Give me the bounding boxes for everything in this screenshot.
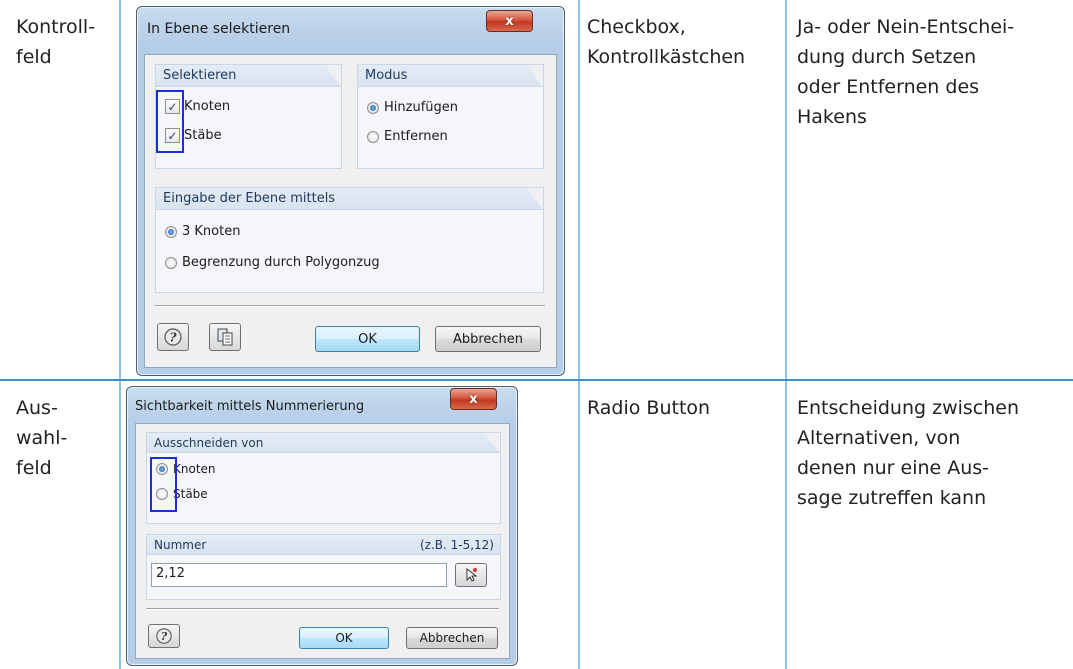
group-ausschneiden-label: Ausschneiden von: [154, 436, 264, 450]
column-divider-2: [578, 0, 580, 669]
group-eingabe-ebene-label: Eingabe der Ebene mittels: [163, 191, 336, 206]
column-divider-1: [119, 0, 121, 669]
pick-cursor-icon: [466, 567, 478, 582]
radio-polygonzug-label: Begrenzung durch Polygonzug: [182, 255, 380, 270]
dialog-sichtbarkeit-nummerierung: Sichtbarkeit mittels Nummerierung x Auss…: [126, 386, 518, 666]
svg-text:?: ?: [169, 331, 177, 345]
row-divider: [0, 379, 1073, 381]
help-icon: ?: [164, 328, 182, 346]
radio-entfernen-label: Entfernen: [384, 129, 448, 144]
pick-button[interactable]: [455, 563, 487, 587]
checkbox-highlight-box: [156, 90, 184, 153]
dialog2-title: Sichtbarkeit mittels Nummerierung: [135, 399, 365, 414]
svg-text:?: ?: [161, 630, 168, 643]
radio-hinzufuegen[interactable]: Hinzufügen: [367, 100, 458, 115]
radio2-knoten-label: Knoten: [173, 462, 216, 476]
copy-icon: [217, 328, 233, 346]
group-ausschneiden: Ausschneiden von Knoten Stäbe: [146, 432, 501, 524]
group-nummer-header: Nummer (z.B. 1-5,12): [147, 535, 500, 555]
dialog1-title: In Ebene selektieren: [147, 21, 291, 37]
dialog2-help-button[interactable]: ?: [148, 624, 180, 648]
help-icon: ?: [156, 628, 172, 644]
row1-element: Kontroll- feld: [16, 16, 96, 68]
row1-description: Ja- oder Nein-Entschei- dung durch Setze…: [797, 16, 1015, 128]
dialog1-close-button[interactable]: x: [486, 10, 533, 32]
checkbox-staebe-label: Stäbe: [184, 128, 222, 143]
close-icon: x: [469, 391, 478, 407]
dialog1-help-button[interactable]: ?: [157, 323, 189, 351]
row2-description: Entscheidung zwischen Alternativen, von …: [797, 397, 1020, 509]
dialog1-ok-button[interactable]: OK: [315, 326, 420, 352]
dialog2-cancel-button[interactable]: Abbrechen: [406, 627, 498, 649]
row2-term: Radio Button: [587, 397, 711, 419]
group-modus-label: Modus: [365, 68, 408, 83]
group-nummer-hint: (z.B. 1-5,12): [419, 538, 494, 552]
radio-3-knoten[interactable]: 3 Knoten: [165, 224, 240, 239]
dialog2-close-button[interactable]: x: [450, 388, 497, 410]
close-icon: x: [505, 13, 514, 29]
dialog-in-ebene-selektieren: In Ebene selektieren x Selektieren ✓ Kno…: [136, 6, 565, 376]
radio-entfernen[interactable]: Entfernen: [367, 129, 448, 144]
dialog1-cancel-button[interactable]: Abbrechen: [435, 326, 541, 352]
group-nummer: Nummer (z.B. 1-5,12) 2,12: [146, 534, 501, 600]
checkbox-knoten-label: Knoten: [184, 99, 231, 114]
row2-element: Aus- wahl- feld: [16, 397, 68, 479]
radio2-staebe-label: Stäbe: [173, 487, 208, 501]
dialog2-client-area: Ausschneiden von Knoten Stäbe Nummer (z.…: [135, 423, 510, 659]
group-ausschneiden-header: Ausschneiden von: [147, 433, 500, 453]
radio-3-knoten-label: 3 Knoten: [182, 224, 241, 239]
nummer-input[interactable]: 2,12: [151, 563, 447, 587]
dialog1-separator: [155, 305, 545, 307]
column-divider-3: [785, 0, 787, 669]
group-selektieren-header: Selektieren: [156, 65, 341, 87]
group-modus: Modus Hinzufügen Entfernen: [357, 64, 544, 169]
row1-term: Checkbox, Kontrollkästchen: [587, 16, 746, 68]
group-selektieren-label: Selektieren: [163, 68, 237, 83]
dialog1-client-area: Selektieren ✓ Knoten ✓ Stäbe Modus Hinzu…: [144, 54, 557, 368]
group-eingabe-ebene: Eingabe der Ebene mittels 3 Knoten Begre…: [155, 187, 544, 293]
group-nummer-label: Nummer: [154, 538, 207, 552]
dialog2-separator: [146, 608, 499, 610]
group-modus-header: Modus: [358, 65, 543, 87]
radio-highlight-box: [150, 457, 177, 512]
dialog2-ok-button[interactable]: OK: [299, 627, 389, 649]
radio-polygonzug[interactable]: Begrenzung durch Polygonzug: [165, 255, 380, 270]
group-eingabe-ebene-header: Eingabe der Ebene mittels: [156, 188, 543, 210]
radio-hinzufuegen-label: Hinzufügen: [384, 100, 458, 115]
dialog1-copy-button[interactable]: [209, 323, 241, 351]
